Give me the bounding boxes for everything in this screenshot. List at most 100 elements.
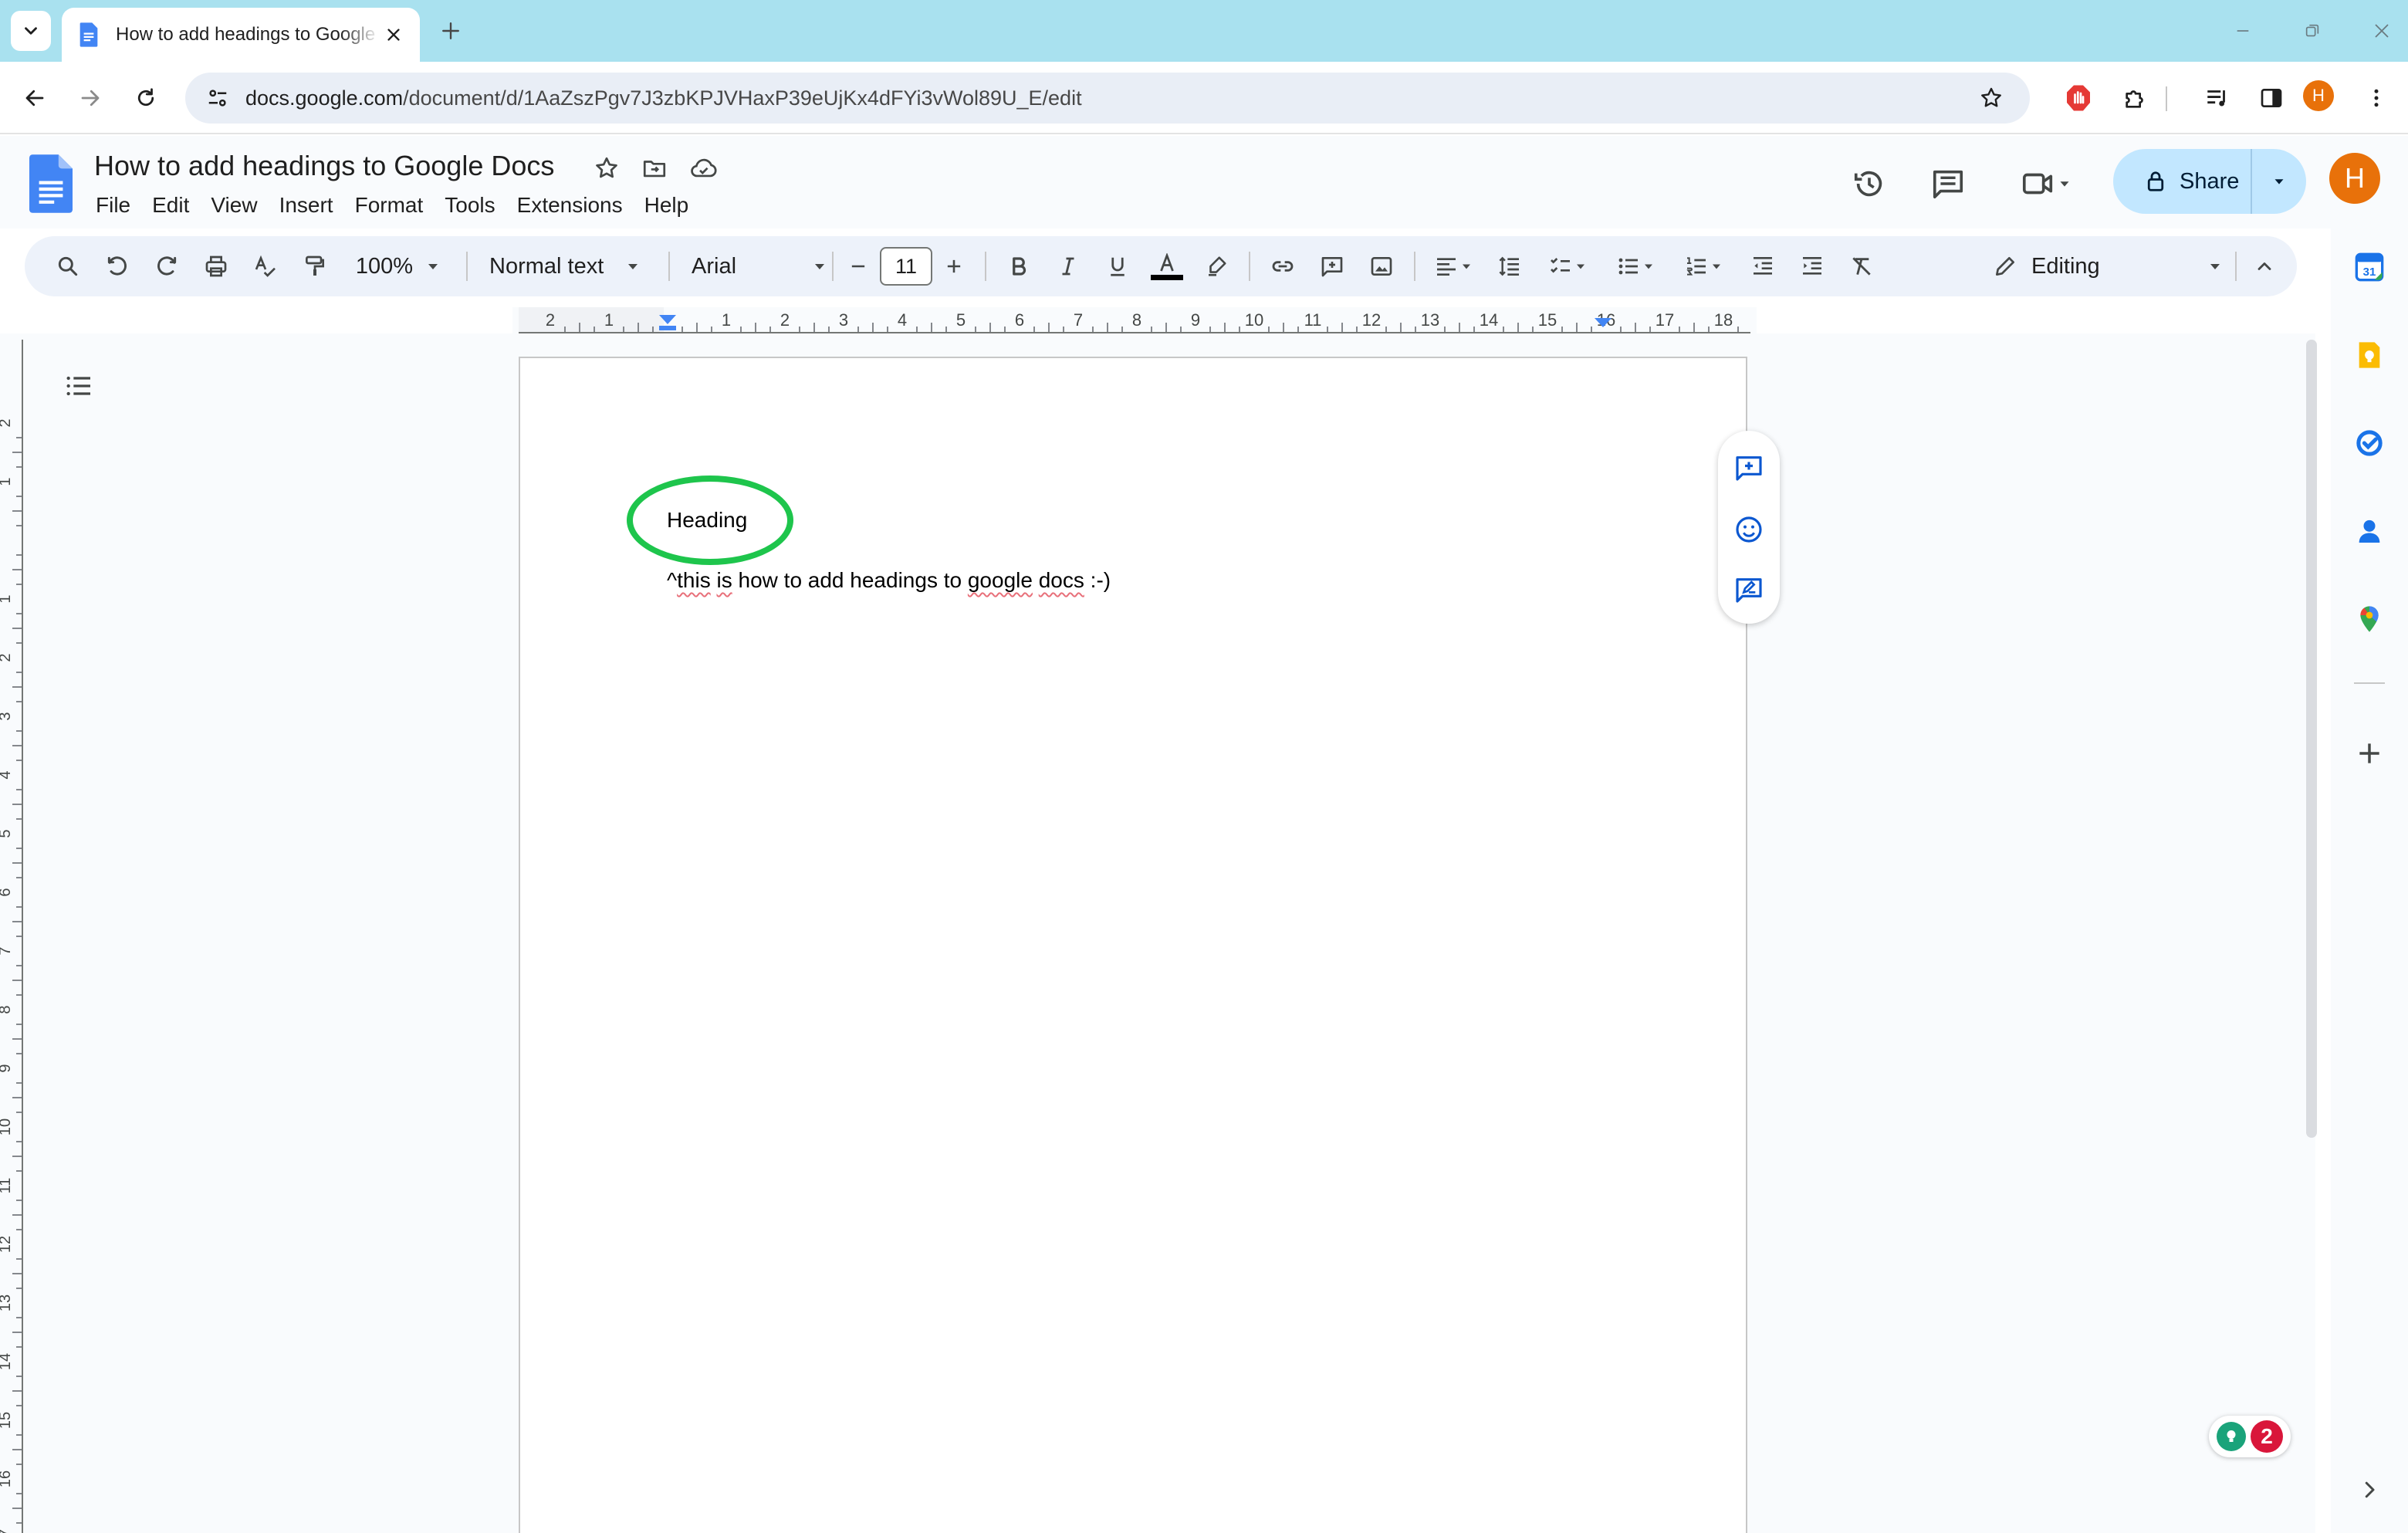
search-menus-button[interactable] [48,246,88,286]
decrease-font-size-button[interactable] [841,246,875,286]
version-history-button[interactable] [1846,161,1892,207]
ruler-label: 8 [0,1005,14,1014]
adblock-extension-button[interactable] [2061,80,2096,116]
document-heading[interactable]: Heading [667,508,747,533]
back-button[interactable] [15,79,54,117]
side-panel-button[interactable] [2254,80,2289,116]
minimize-window-button[interactable] [2227,15,2258,46]
document-paragraph[interactable]: ^this is how to add headings to google d… [667,568,1111,593]
share-button[interactable]: Share [2113,149,2252,214]
ruler-tick [1415,327,1416,332]
font-size-input[interactable]: 11 [880,247,932,286]
contacts-app-button[interactable] [2351,513,2388,550]
italic-button[interactable] [1048,246,1088,286]
font-family-select[interactable]: Arial [682,246,846,286]
browser-menu-button[interactable] [2359,80,2394,116]
checklist-select[interactable] [1539,246,1598,286]
move-document-button[interactable] [638,151,671,185]
menu-help[interactable]: Help [634,190,700,221]
editing-mode-select[interactable]: Editing [1993,246,2224,286]
chevron-right-icon [2365,1481,2375,1498]
highlight-color-button[interactable] [1196,246,1236,286]
floating-add-comment-button[interactable] [1732,451,1766,485]
maps-app-button[interactable] [2351,601,2388,638]
document-title[interactable]: How to add headings to Google Docs [94,150,554,182]
ruler-tick [1048,323,1050,332]
account-avatar[interactable]: H [2329,153,2380,204]
clear-formatting-button[interactable] [1842,246,1882,286]
decrease-indent-button[interactable] [1743,246,1783,286]
tasks-app-button[interactable] [2351,425,2388,462]
insert-link-button[interactable] [1263,246,1303,286]
increase-font-size-button[interactable] [937,246,971,286]
underline-button[interactable] [1097,246,1138,286]
print-button[interactable] [196,246,236,286]
paint-format-button[interactable] [295,246,335,286]
hide-menus-button[interactable] [2244,246,2285,286]
spelling-check-button[interactable] [245,246,286,286]
ruler-label: 2 [780,310,790,330]
writing-assistant-widget[interactable]: 2 [2209,1416,2291,1457]
ruler-label: 10 [1245,310,1263,330]
bold-button[interactable] [999,246,1039,286]
editing-toolbar: 100% Normal text Arial 11 Editing [25,236,2297,296]
line-spacing-button[interactable] [1490,246,1530,286]
tab-search-button[interactable] [11,11,51,51]
text-color-button[interactable] [1147,246,1187,286]
close-window-button[interactable] [2366,15,2397,46]
numbered-list-select[interactable] [1675,246,1733,286]
ruler-label: 9 [0,1064,14,1072]
document-status-button[interactable] [687,151,721,185]
bulleted-list-select[interactable] [1607,246,1666,286]
star-document-button[interactable] [590,151,624,185]
ruler-tick [16,1141,22,1142]
site-info-button[interactable] [201,81,235,115]
menu-format[interactable]: Format [344,190,435,221]
menu-edit[interactable]: Edit [141,190,200,221]
calendar-app-button[interactable]: 31 [2351,249,2388,286]
menu-tools[interactable]: Tools [434,190,506,221]
extensions-button[interactable] [2118,80,2153,116]
undo-button[interactable] [97,246,137,286]
media-controls-button[interactable] [2200,80,2235,116]
floating-suggest-edits-button[interactable] [1732,573,1766,607]
new-tab-button[interactable] [435,15,466,46]
menu-extensions[interactable]: Extensions [506,190,634,221]
paragraph-style-select[interactable]: Normal text [480,246,673,286]
add-comment-button[interactable] [1312,246,1352,286]
ruler-tick [1473,327,1475,332]
url-text: docs.google.com/document/d/1AaZszPgv7J3z… [245,86,1082,110]
share-options-button[interactable] [2252,173,2306,190]
vertical-ruler[interactable]: 211234567891011121314151617 [0,340,25,1533]
increase-indent-button[interactable] [1792,246,1832,286]
menu-file[interactable]: File [85,190,141,221]
ruler-tick [16,1112,22,1113]
redo-button[interactable] [147,246,187,286]
close-icon [2375,24,2389,38]
horizontal-ruler[interactable]: 21123456789101112131415161718 [512,307,1757,335]
left-indent-marker[interactable] [659,326,676,330]
zoom-select[interactable]: 100% [349,246,449,286]
floating-add-emoji-button[interactable] [1732,513,1766,547]
align-select[interactable] [1425,246,1483,286]
vertical-scrollbar[interactable] [2306,340,2317,1138]
get-addons-button[interactable] [2351,735,2388,772]
expand-side-panel-button[interactable] [2351,1471,2388,1508]
forward-button[interactable] [71,79,110,117]
tab-close-button[interactable] [380,21,408,49]
menu-insert[interactable]: Insert [269,190,344,221]
browser-profile-avatar[interactable]: H [2303,80,2334,111]
document-outline-button[interactable] [59,366,99,406]
keep-app-button[interactable] [2351,337,2388,374]
docs-home-logo[interactable] [29,154,73,213]
meet-button[interactable] [2010,161,2084,207]
insert-image-button[interactable] [1361,246,1402,286]
browser-tab-active[interactable]: How to add headings to Google Docs [62,8,420,62]
restore-window-button[interactable] [2297,15,2328,46]
menu-view[interactable]: View [200,190,268,221]
address-bar[interactable]: docs.google.com/document/d/1AaZszPgv7J3z… [185,73,2030,124]
comments-button[interactable] [1925,161,1971,207]
bookmark-star-button[interactable] [1974,81,2008,115]
reload-button[interactable] [127,79,165,117]
ruler-tick [12,1390,22,1392]
